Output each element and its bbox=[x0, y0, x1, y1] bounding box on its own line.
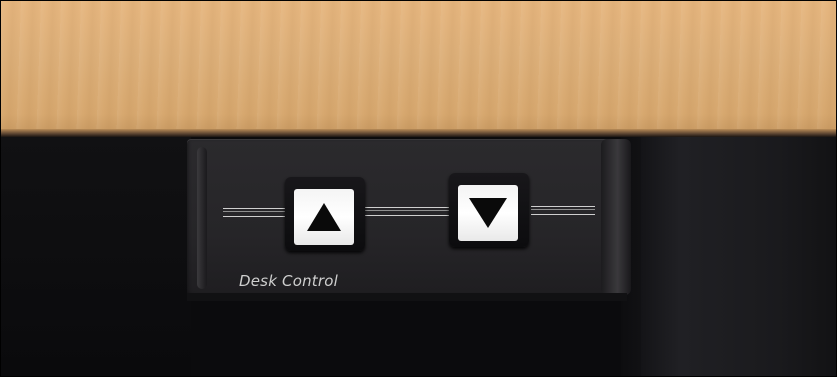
up-button[interactable] bbox=[294, 189, 354, 245]
up-button-housing bbox=[285, 177, 365, 251]
desk-leg bbox=[641, 137, 836, 376]
panel-groove-middle bbox=[365, 207, 453, 216]
up-triangle-icon bbox=[307, 203, 341, 231]
photo-frame: Desk Control bbox=[0, 0, 837, 377]
desk-top bbox=[1, 1, 836, 134]
panel-label: Desk Control bbox=[239, 272, 338, 290]
desk-edge bbox=[1, 129, 836, 137]
panel-base bbox=[187, 293, 627, 301]
panel-left-edge bbox=[197, 147, 207, 289]
panel-groove-left bbox=[223, 208, 285, 217]
under-desk-shadow bbox=[1, 137, 191, 376]
panel-groove-right bbox=[531, 206, 595, 215]
down-triangle-icon bbox=[469, 198, 507, 228]
down-button-housing bbox=[449, 173, 529, 247]
panel-right-edge bbox=[601, 139, 631, 295]
down-button[interactable] bbox=[458, 185, 518, 241]
